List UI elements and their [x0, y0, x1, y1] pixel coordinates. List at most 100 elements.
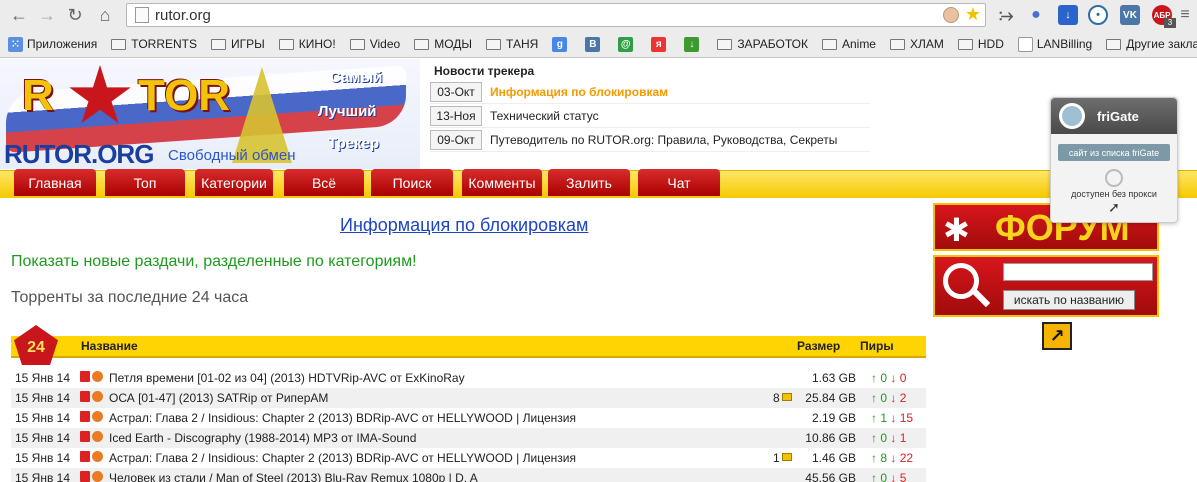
cookie-icon[interactable] — [943, 7, 959, 23]
menu-icon[interactable]: ≡ — [1178, 4, 1192, 26]
bookmark-14[interactable]: ХЛАМ — [889, 37, 944, 51]
news-link[interactable]: Технический статус — [490, 109, 599, 123]
menu-item-5[interactable]: Комменты — [462, 169, 542, 196]
leech-arrow-icon: ↓ — [890, 471, 897, 482]
bookmark-13[interactable]: Anime — [821, 37, 876, 51]
folder-icon — [278, 38, 294, 50]
reload-icon[interactable]: ↻ — [64, 4, 86, 26]
bookmark-4[interactable]: Video — [349, 37, 400, 51]
bookmark-5[interactable]: МОДЫ — [414, 37, 472, 51]
col-peers[interactable]: Пиры — [860, 339, 894, 353]
address-bar[interactable]: rutor.org ★ — [126, 3, 986, 27]
magnet-icon[interactable] — [92, 391, 103, 402]
last-24h-heading: Торренты за последние 24 часа — [11, 289, 249, 306]
magnet-icon[interactable] — [92, 471, 103, 482]
bookmark-2[interactable]: ИГРЫ — [211, 37, 265, 51]
download-torrent-icon[interactable] — [80, 391, 90, 402]
rutor-logo[interactable]: R TOR Самый Лучший Трекер RUTOR.ORG Своб… — [0, 59, 420, 169]
torrent-name-link[interactable]: Человек из стали / Man of Steel (2013) B… — [109, 471, 478, 482]
bookmark-label: МОДЫ — [434, 37, 473, 51]
table-row: 15 Янв 14 Петля времени [01-02 из 04] (20… — [11, 368, 926, 388]
home-icon[interactable]: ⌂ — [94, 4, 116, 26]
download-torrent-icon[interactable] — [80, 411, 90, 422]
search-input[interactable] — [1003, 263, 1153, 281]
bookmark-8[interactable]: B — [585, 36, 604, 52]
bookmark-label: Anime — [841, 37, 876, 51]
col-name[interactable]: Название — [81, 339, 138, 353]
download-torrent-icon[interactable] — [80, 431, 90, 442]
bookmark-1[interactable]: TORRENTS — [111, 37, 197, 51]
folder-icon — [211, 38, 227, 50]
frigate-extension-icon[interactable]: • — [1088, 5, 1108, 25]
bookmark-label: TORRENTS — [131, 37, 198, 51]
leechers: 1 — [899, 431, 907, 445]
torrent-name-link[interactable]: Iced Earth - Discography (1988-2014) MP3… — [109, 431, 416, 445]
bookmark-15[interactable]: HDD — [957, 37, 1004, 51]
bookmark-3[interactable]: КИНО! — [278, 37, 336, 51]
comment-icon — [782, 393, 792, 401]
show-by-category-link[interactable]: Показать новые раздачи, разделенные по к… — [11, 253, 417, 271]
frigate-logo-icon — [1059, 103, 1085, 129]
bookmark-16[interactable]: LANBilling — [1017, 36, 1093, 52]
magnet-icon[interactable] — [92, 411, 103, 422]
cast-icon[interactable]: ⧴ — [996, 5, 1016, 25]
frigate-note: доступен без прокси — [1071, 189, 1157, 199]
leech-arrow-icon: ↓ — [890, 371, 897, 385]
menu-item-4[interactable]: Поиск — [371, 169, 453, 196]
power-icon[interactable] — [1105, 169, 1123, 187]
folder-icon — [486, 38, 502, 50]
torrent-name-link[interactable]: ОСА [01-47] (2013) SATRip от РиперАМ — [109, 391, 328, 405]
bookmark-10[interactable]: я — [651, 36, 670, 52]
seed-arrow-icon: ↑ — [871, 431, 877, 445]
magnet-icon[interactable] — [92, 451, 103, 462]
row-date: 15 Янв 14 — [15, 411, 71, 425]
magnet-icon[interactable] — [92, 431, 103, 442]
menu-item-7[interactable]: Чат — [638, 169, 720, 196]
download-torrent-icon[interactable] — [80, 371, 90, 382]
news-link[interactable]: Путеводитель по RUTOR.org: Правила, Руко… — [490, 133, 837, 147]
back-arrow-icon[interactable]: ← — [8, 4, 30, 26]
download-torrent-icon[interactable] — [80, 451, 90, 462]
frigate-list-button[interactable]: сайт из списка friGate — [1058, 144, 1170, 161]
bookmark-6[interactable]: ТАНЯ — [486, 37, 538, 51]
mic-icon[interactable]: ● — [1026, 5, 1046, 25]
row-date: 15 Янв 14 — [15, 431, 71, 445]
news-heading: Новости трекера — [434, 64, 535, 78]
bookmark-17[interactable]: Другие закладк — [1106, 37, 1197, 51]
bookmark-0[interactable]: ⁙ Приложения — [8, 36, 97, 52]
search-by-name-button[interactable]: искать по названию — [1003, 290, 1135, 310]
seeds: 1 — [880, 411, 888, 425]
download-icon[interactable]: ↓ — [1058, 5, 1078, 25]
download-torrent-icon[interactable] — [80, 471, 90, 482]
forward-arrow-icon[interactable]: → — [36, 4, 58, 26]
torrent-size: 2.19 GB — [811, 411, 856, 425]
magnet-icon[interactable] — [92, 371, 103, 382]
bookmark-star-icon[interactable]: ★ — [965, 4, 981, 25]
torrent-name-link[interactable]: Петля времени [01-02 из 04] (2013) HDTVR… — [109, 371, 465, 385]
bookmark-7[interactable]: g — [552, 36, 571, 52]
menu-item-3[interactable]: Всё — [284, 169, 364, 196]
seeds: 8 — [880, 451, 888, 465]
url-text[interactable]: rutor.org — [155, 7, 211, 24]
people-icon: ✱ — [943, 212, 970, 248]
24h-badge: 24 — [14, 325, 58, 365]
torrent-name-link[interactable]: Астрал: Глава 2 / Insidious: Chapter 2 (… — [109, 451, 576, 465]
page-icon — [1017, 36, 1033, 52]
logo-letter-r: R — [22, 71, 54, 120]
menu-item-2[interactable]: Категории — [195, 169, 273, 196]
menu-item-1[interactable]: Топ — [105, 169, 185, 196]
menu-item-0[interactable]: Главная — [14, 169, 96, 196]
bookmark-label: LANBilling — [1036, 37, 1093, 51]
col-size[interactable]: Размер — [797, 339, 840, 353]
menu-item-6[interactable]: Залить — [548, 169, 630, 196]
folder-icon — [111, 38, 127, 50]
news-link[interactable]: Информация по блокировкам — [490, 85, 668, 99]
bookmark-9[interactable]: @ — [618, 36, 637, 52]
bookmark-12[interactable]: ЗАРАБОТОК — [717, 37, 808, 51]
bookmark-11[interactable]: ↓ — [684, 36, 703, 52]
table-row: 15 Янв 14 Человек из стали / Man of Steel… — [11, 468, 926, 482]
blocking-info-link[interactable]: Информация по блокировкам — [340, 215, 588, 236]
scroll-up-arrow-icon[interactable]: ↗ — [1042, 322, 1072, 350]
torrent-name-link[interactable]: Астрал: Глава 2 / Insidious: Chapter 2 (… — [109, 411, 576, 425]
vk-extension-icon[interactable]: VK — [1120, 5, 1140, 25]
